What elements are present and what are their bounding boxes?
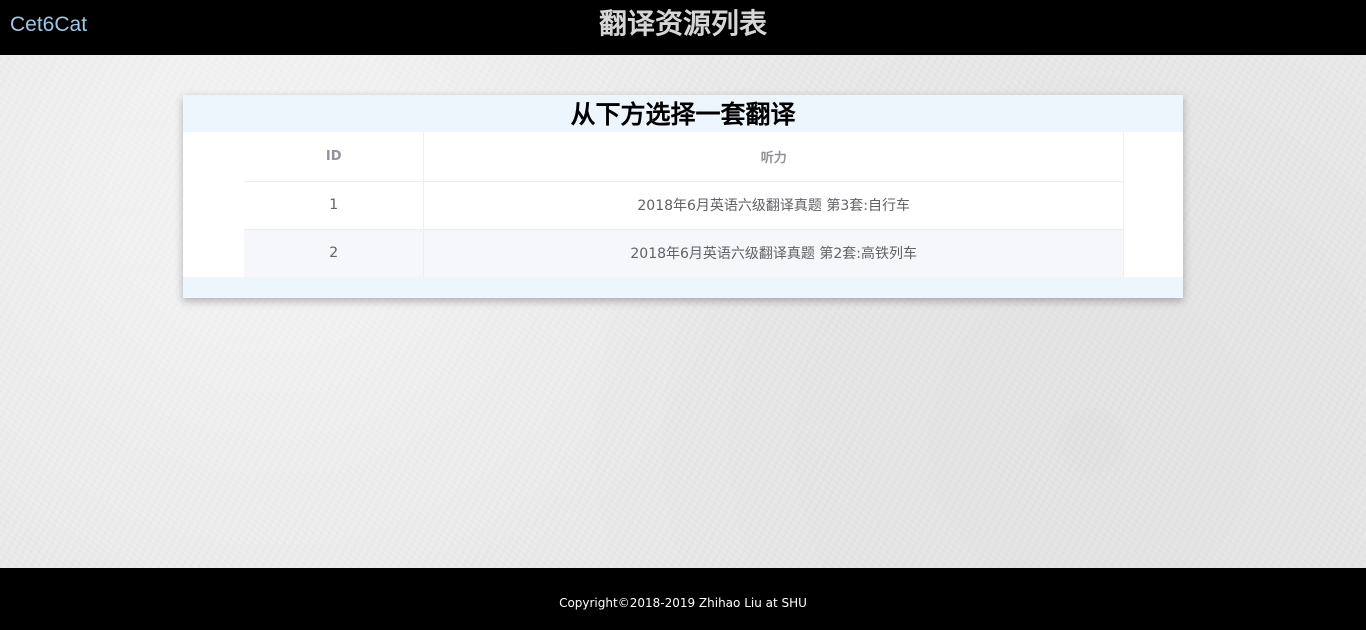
column-header-listening[interactable]: 听力 [423,132,1124,182]
top-navbar: Cet6Cat 翻译资源列表 [0,0,1366,55]
row-id-cell[interactable]: 1 [244,181,425,230]
column-header-id[interactable]: ID [244,132,425,182]
translation-table-wrapper: ID 听力 1 2018年6月英语六级翻译真题 第3套:自行车 2 2018年6… [244,132,1124,278]
page-footer: Copyright©2018-2019 Zhihao Liu at SHU [0,568,1366,630]
table-row[interactable]: 2 2018年6月英语六级翻译真题 第2套:高铁列车 [244,229,1124,278]
copyright-text: Copyright©2018-2019 Zhihao Liu at SHU [559,596,807,610]
page-title: 翻译资源列表 [598,7,767,40]
row-title-cell[interactable]: 2018年6月英语六级翻译真题 第2套:高铁列车 [423,229,1124,278]
table-row[interactable]: 1 2018年6月英语六级翻译真题 第3套:自行车 [244,181,1124,230]
translation-table: ID 听力 1 2018年6月英语六级翻译真题 第3套:自行车 2 2018年6… [244,132,1124,278]
panel-footer [183,277,1183,298]
panel-heading: 从下方选择一套翻译 [183,95,1183,132]
row-title-cell[interactable]: 2018年6月英语六级翻译真题 第3套:自行车 [423,181,1124,230]
table-header-row: ID 听力 [244,132,1124,182]
translation-list-panel: 从下方选择一套翻译 ID 听力 1 2018年6月英语六级翻译真题 第3套:自行… [183,95,1183,298]
row-id-cell[interactable]: 2 [244,229,425,278]
